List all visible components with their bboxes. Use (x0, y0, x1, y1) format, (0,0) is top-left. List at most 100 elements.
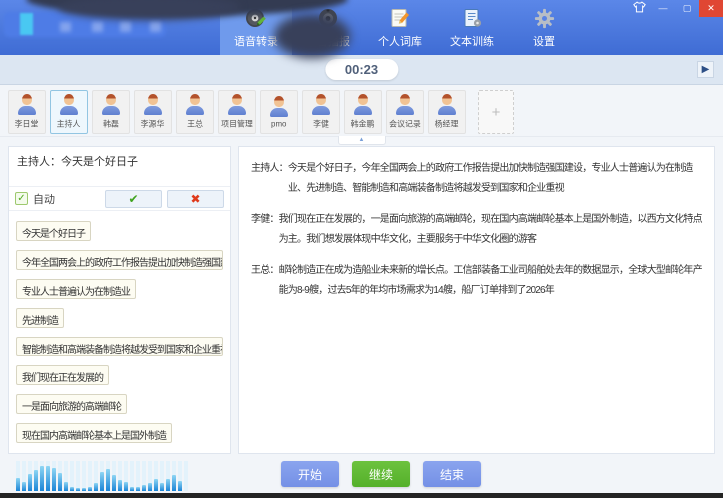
logo-chip (20, 13, 33, 35)
confirm-button[interactable]: ✔ (105, 190, 162, 208)
speaker-card[interactable]: 项目管理 (218, 90, 256, 134)
speaker-card[interactable]: 会议记录 (386, 90, 424, 134)
phrase-tag[interactable]: 今年全国两会上的政府工作报告提出加快制造强国建设 (16, 250, 223, 270)
skin-button[interactable] (627, 0, 651, 16)
speaker-card[interactable]: 李健 (302, 90, 340, 134)
minimize-icon: — (659, 3, 668, 13)
waveform-bar (154, 479, 158, 491)
waveform-bar (112, 475, 116, 491)
transcript-panel: 主持人： 今天是个好日子，今年全国两会上的政府工作报告提出加快制造强国建设，专业… (238, 146, 715, 454)
nav-label: 文本训练 (450, 33, 494, 49)
settings-gear-icon (533, 6, 556, 30)
speaker-name: 项目管理 (221, 118, 253, 129)
app-window: 语音转录 语音播报 个人词库 文本训练 (0, 0, 723, 498)
nav-label: 个人词库 (378, 33, 422, 49)
collapse-speakers-button[interactable]: ▲ (338, 136, 386, 145)
waveform-bar (160, 483, 164, 491)
speakers-row: 李日堂 主持人 韩磊 李源华 王总 项目管理 pmo 李健 韩金鹏 会议记录 杨… (8, 90, 715, 134)
transcript-text: 今天是个好日子，今年全国两会上的政府工作报告提出加快制造强国建设，专业人士普遍认… (288, 159, 702, 199)
auto-checkbox[interactable]: ✓ (15, 192, 28, 205)
transcript-speaker: 李健： (251, 210, 279, 250)
phrase-list: 今天是个好日子 今年全国两会上的政府工作报告提出加快制造强国建设 专业人士普遍认… (9, 211, 230, 453)
speaker-name: 李日堂 (15, 118, 39, 129)
end-button[interactable]: 结束 (423, 461, 481, 487)
speaker-card[interactable]: 王总 (176, 90, 214, 134)
waveform-bar (40, 466, 44, 491)
phrase-tag[interactable]: 智能制造和高端装备制造将越发受到国家和企业重视 (16, 337, 223, 357)
waveform (16, 461, 188, 491)
person-avatar-icon (101, 94, 121, 115)
phrase-tag[interactable]: 先进制造 (16, 308, 64, 328)
person-avatar-icon (143, 94, 163, 115)
play-button[interactable]: ▶ (697, 61, 714, 78)
waveform-bar (64, 482, 68, 491)
maximize-icon: ▢ (683, 3, 692, 14)
nav-label: 语音转录 (234, 33, 278, 49)
chevron-up-icon: ▲ (359, 137, 365, 143)
add-speaker-button[interactable]: + (478, 90, 514, 134)
phrase-tag[interactable]: 现在国内高端邮轮基本上是国外制造 (16, 423, 172, 443)
waveform-bar (34, 470, 38, 491)
person-avatar-icon (269, 96, 289, 117)
speaker-name: 韩磊 (103, 118, 119, 129)
transcript-text: 邮轮制造正在成为造船业未来新的增长点。工信部装备工业司船舶处去年的数据显示，全球… (279, 261, 702, 301)
app-logo-redacted (0, 0, 220, 55)
person-avatar-icon (17, 94, 37, 115)
speaker-card[interactable]: 杨经理 (428, 90, 466, 134)
nav-label: 设置 (533, 33, 555, 49)
auto-label: 自动 (33, 191, 55, 207)
waveform-bar (142, 485, 146, 491)
discard-button[interactable]: ✖ (167, 190, 224, 208)
close-button[interactable]: ✕ (699, 0, 723, 17)
transcript-entry: 王总： 邮轮制造正在成为造船业未来新的增长点。工信部装备工业司船舶处去年的数据显… (251, 261, 702, 301)
phrase-tag[interactable]: 今天是个好日子 (16, 221, 91, 241)
shirt-icon (633, 1, 646, 15)
speaker-name: 会议记录 (389, 118, 421, 129)
nav-settings[interactable]: 设置 (508, 0, 580, 55)
transcript-text: 我们现在正在发展的，一是面向旅游的高端邮轮，现在国内高端邮轮基本上是国外制造，以… (279, 210, 702, 250)
waveform-bar (58, 473, 62, 491)
text-training-icon (460, 6, 484, 30)
speaker-card[interactable]: 韩金鹏 (344, 90, 382, 134)
transcript-entry: 李健： 我们现在正在发展的，一是面向旅游的高端邮轮，现在国内高端邮轮基本上是国外… (251, 210, 702, 250)
speaker-name: 韩金鹏 (351, 118, 375, 129)
speaker-name: 杨经理 (435, 118, 459, 129)
speaker-card[interactable]: 主持人 (50, 90, 88, 134)
speaker-card[interactable]: pmo (260, 90, 298, 134)
phrase-tag[interactable]: 我们现在正在发展的 (16, 365, 109, 385)
speaker-card[interactable]: 李源华 (134, 90, 172, 134)
auto-row: ✓ 自动 ✔ ✖ (9, 187, 230, 211)
waveform-bar (100, 472, 104, 491)
divider: ▲ (8, 136, 715, 146)
waveform-bar (130, 487, 134, 491)
start-button[interactable]: 开始 (281, 461, 339, 487)
phrase-tag[interactable]: 一是面向旅游的高端邮轮 (16, 394, 127, 414)
waveform-bar (82, 488, 86, 491)
close-icon: ✕ (707, 3, 715, 14)
minimize-button[interactable]: — (651, 0, 675, 16)
speaker-name: pmo (271, 119, 286, 128)
redaction-blob (274, 14, 350, 58)
nav-text-training[interactable]: 文本训练 (436, 0, 508, 55)
speaker-card[interactable]: 李日堂 (8, 90, 46, 134)
logo-ghost (150, 22, 161, 32)
current-utterance-input[interactable]: 主持人：今天是个好日子 (9, 147, 230, 187)
person-avatar-icon (227, 94, 247, 115)
cross-icon: ✖ (190, 192, 200, 206)
maximize-button[interactable]: ▢ (675, 0, 699, 16)
waveform-bar (88, 487, 92, 491)
person-avatar-icon (59, 94, 79, 115)
waveform-bar (76, 488, 80, 491)
speaker-card[interactable]: 韩磊 (92, 90, 130, 134)
waveform-bar (52, 468, 56, 491)
person-avatar-icon (311, 94, 331, 115)
window-bottom-edge (0, 493, 723, 498)
phrase-tag[interactable]: 专业人士普遍认为在制造业 (16, 279, 136, 299)
person-avatar-icon (437, 94, 457, 115)
continue-button[interactable]: 继续 (352, 461, 410, 487)
timer-strip: 00:23 ▶ (0, 55, 723, 85)
logo-ghost (120, 22, 131, 32)
nav-personal-lexicon[interactable]: 个人词库 (364, 0, 436, 55)
transcript-entry: 主持人： 今天是个好日子，今年全国两会上的政府工作报告提出加快制造强国建设，专业… (251, 159, 702, 199)
waveform-bar (166, 479, 170, 491)
